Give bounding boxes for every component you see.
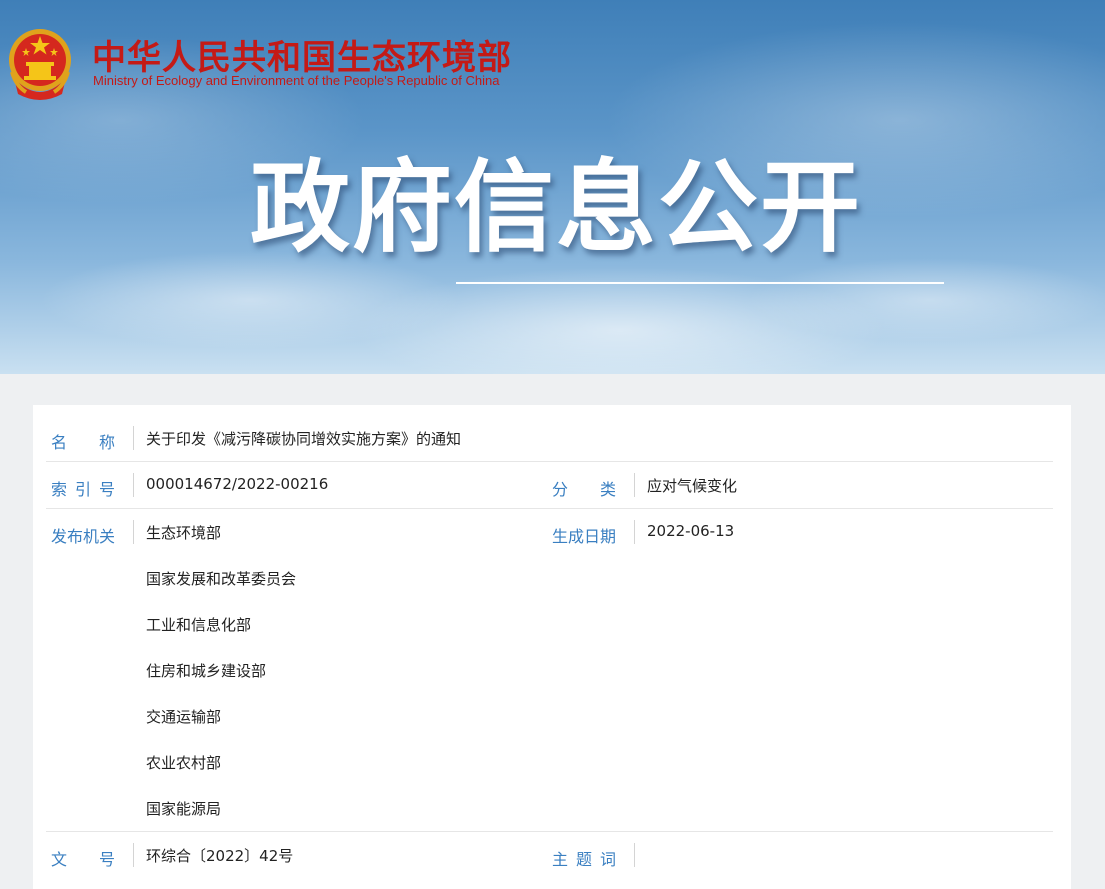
banner-divider <box>456 282 944 284</box>
site-name-en[interactable]: Ministry of Ecology and Environment of t… <box>93 73 499 88</box>
category-value: 应对气候变化 <box>647 477 738 495</box>
issuer-item: 交通运输部 <box>146 708 222 726</box>
row-index: 索引号 000014672/2022-00216 分 类 应对气候变化 <box>46 462 1053 509</box>
issuer-label: 发布机关 <box>51 527 116 546</box>
date-value: 2022-06-13 <box>647 522 735 540</box>
issuer-item: 国家发展和改革委员会 <box>146 570 297 588</box>
keywords-divider <box>634 843 635 867</box>
issuer-item: 住房和城乡建设部 <box>146 662 267 680</box>
issuer-item: 工业和信息化部 <box>146 616 252 634</box>
name-label: 名 称 <box>51 433 116 452</box>
category-divider <box>634 473 635 497</box>
index-label: 索引号 <box>51 480 124 499</box>
document-title: 关于印发《减污降碳协同增效实施方案》的通知 <box>146 430 462 448</box>
keywords-label: 主题词 <box>552 850 625 869</box>
row-name: 名 称 关于印发《减污降碳协同增效实施方案》的通知 <box>46 415 1053 462</box>
date-divider <box>634 520 635 544</box>
doc-no-divider <box>133 843 134 867</box>
doc-no-label: 文 号 <box>51 850 116 869</box>
category-label: 分 类 <box>552 480 617 499</box>
site-name-cn[interactable]: 中华人民共和国生态环境部 <box>92 30 512 79</box>
date-label: 生成日期 <box>552 527 617 546</box>
name-divider <box>133 426 134 450</box>
index-value: 000014672/2022-00216 <box>146 475 329 493</box>
doc-no-value: 环综合〔2022〕42号 <box>146 847 294 865</box>
header-banner: 中华人民共和国生态环境部 Ministry of Ecology and Env… <box>0 0 1105 374</box>
issuer-divider <box>133 520 134 544</box>
national-emblem-icon <box>9 29 71 100</box>
issuer-item: 农业农村部 <box>146 754 222 772</box>
row-issuer: 发布机关 生态环境部 国家发展和改革委员会 工业和信息化部 住房和城乡建设部 交… <box>46 509 1053 832</box>
info-panel: 名 称 关于印发《减污降碳协同增效实施方案》的通知 索引号 000014672/… <box>33 405 1071 889</box>
issuer-item: 生态环境部 <box>146 524 222 542</box>
issuer-item: 国家能源局 <box>146 800 222 818</box>
index-divider <box>133 473 134 497</box>
banner-title: 政府信息公开 <box>250 149 862 266</box>
row-doc-no: 文 号 环综合〔2022〕42号 主题词 <box>46 832 1053 878</box>
